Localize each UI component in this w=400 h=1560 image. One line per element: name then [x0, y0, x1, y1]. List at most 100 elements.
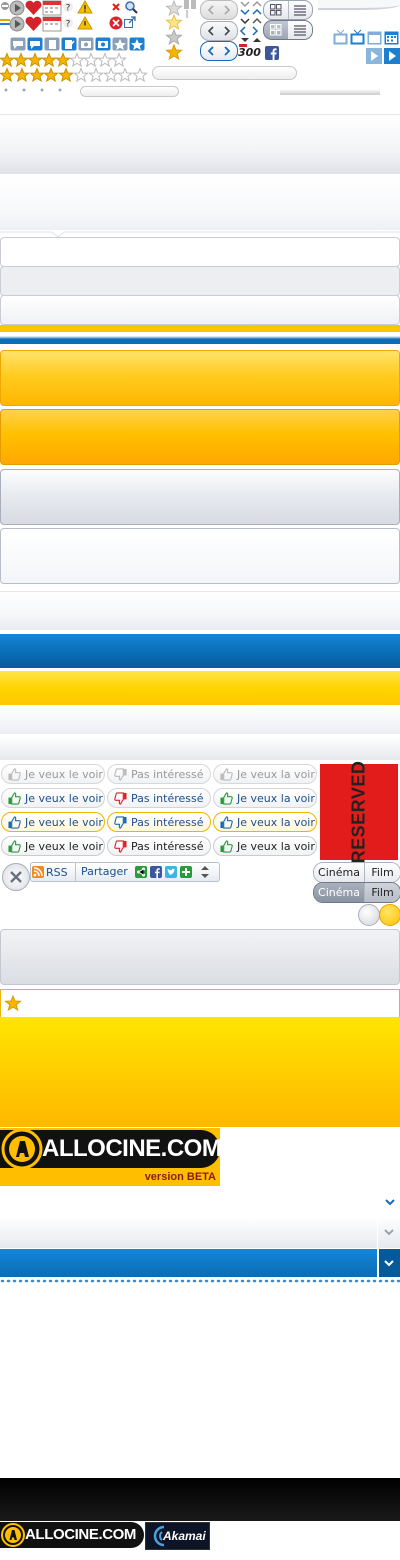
heart-icon[interactable]: [25, 16, 42, 32]
want-to-see-button[interactable]: Je veux le voir: [1, 764, 105, 784]
toggle-circle-grey[interactable]: [358, 904, 380, 926]
not-interested-button[interactable]: Pas intéressé: [107, 788, 211, 808]
twitter-icon[interactable]: [165, 866, 177, 878]
favorite-row[interactable]: [0, 989, 400, 1017]
play-blue-icon[interactable]: [384, 48, 400, 64]
external-link-icon[interactable]: [124, 16, 136, 28]
prev-next-normal[interactable]: [200, 21, 238, 41]
rss-button[interactable]: RSS: [32, 864, 74, 880]
grey-panel: [0, 929, 400, 985]
add-icon[interactable]: [180, 866, 192, 878]
dropdown-grey[interactable]: [0, 1217, 400, 1248]
want-to-see-f-button[interactable]: Je veux la voir: [213, 836, 317, 856]
star-blue-icon[interactable]: [129, 37, 145, 51]
photo-icon[interactable]: [95, 37, 111, 51]
tab-film[interactable]: Film: [364, 863, 400, 882]
star-filled-icon[interactable]: [27, 52, 43, 68]
list-view-icon[interactable]: [294, 24, 306, 36]
star-filled-icon[interactable]: [13, 67, 30, 83]
grid-view-icon[interactable]: [270, 24, 282, 36]
not-interested-button[interactable]: Pas intéressé: [107, 812, 211, 832]
facebook-icon[interactable]: [150, 866, 162, 878]
share-label[interactable]: Partager: [81, 865, 128, 878]
list-view-icon[interactable]: [294, 4, 306, 16]
star-empty-icon[interactable]: [83, 52, 99, 68]
close-small-icon[interactable]: [111, 2, 121, 12]
calendar-grey-icon[interactable]: [367, 30, 382, 45]
document-grey-icon[interactable]: [44, 37, 60, 51]
star-half-icon: [165, 28, 183, 46]
calendar-icon[interactable]: [42, 16, 62, 32]
grey-button-large[interactable]: [0, 469, 400, 525]
search-pill[interactable]: [152, 66, 297, 80]
want-to-see-button[interactable]: Je veux le voir: [1, 836, 105, 856]
search-pill-small[interactable]: [80, 86, 179, 97]
toggle-circle-yellow[interactable]: [379, 904, 400, 926]
calendar-icon[interactable]: [42, 0, 62, 16]
star-grey-icon[interactable]: [112, 37, 128, 51]
help-icon[interactable]: ?: [63, 2, 73, 14]
want-to-see-button[interactable]: Je veux le voir: [1, 812, 105, 832]
light-button-large[interactable]: [0, 528, 400, 584]
dropdown-blue[interactable]: [0, 1249, 400, 1277]
want-to-see-button[interactable]: Je veux le voir: [1, 788, 105, 808]
star-filled-icon[interactable]: [28, 67, 45, 83]
prev-next-disabled[interactable]: [200, 0, 238, 20]
yellow-button-large[interactable]: [0, 350, 400, 406]
star-filled-icon[interactable]: [41, 52, 57, 68]
want-to-see-f-button[interactable]: Je veux la voir: [213, 764, 317, 784]
play-circle-icon[interactable]: [9, 0, 25, 16]
warning-icon: [77, 0, 93, 14]
calendar-blue-icon[interactable]: [384, 30, 399, 45]
close-circle-icon[interactable]: [109, 16, 123, 30]
play-circle-icon[interactable]: [9, 16, 25, 32]
star-empty-icon[interactable]: [73, 67, 89, 83]
tab-cinema[interactable]: Cinéma: [314, 883, 364, 902]
star-filled-icon[interactable]: [58, 67, 75, 83]
view-toggle-dark[interactable]: [263, 20, 313, 40]
star-gold-icon: [165, 43, 183, 61]
facebook-icon[interactable]: [265, 46, 279, 60]
prev-next-active[interactable]: [200, 41, 238, 61]
star-light-icon: [165, 13, 183, 31]
tab-film[interactable]: Film: [364, 883, 400, 902]
help-icon[interactable]: ?: [63, 18, 73, 30]
star-filled-icon[interactable]: [43, 67, 60, 83]
heart-icon[interactable]: [25, 0, 42, 16]
interest-buttons: Je veux le voir Pas intéressé Je veux la v…: [0, 764, 318, 860]
star-empty-icon[interactable]: [97, 52, 113, 68]
share-icon[interactable]: [135, 866, 147, 878]
star-filled-icon[interactable]: [0, 67, 15, 83]
not-interested-button[interactable]: Pas intéressé: [107, 836, 211, 856]
edit-icon[interactable]: [61, 37, 77, 51]
star-empty-icon[interactable]: [69, 52, 85, 68]
comment-icon[interactable]: [27, 37, 43, 51]
star-filled-icon[interactable]: [0, 52, 15, 68]
expand-icon[interactable]: [201, 866, 209, 878]
star-rating-row[interactable]: [0, 52, 140, 68]
close-button[interactable]: [2, 863, 30, 891]
comment-grey-icon[interactable]: [10, 37, 26, 51]
chevron-left-right-icon: [207, 46, 231, 56]
star-filled-icon[interactable]: [13, 52, 29, 68]
star-rating-row[interactable]: [0, 67, 152, 83]
star-empty-icon[interactable]: [102, 67, 119, 83]
zoom-icon[interactable]: [124, 0, 138, 14]
want-to-see-f-button[interactable]: Je veux la voir: [213, 812, 317, 832]
play-grey-icon[interactable]: [366, 48, 382, 64]
want-to-see-f-button[interactable]: Je veux la voir: [213, 788, 317, 808]
grid-view-icon[interactable]: [270, 4, 282, 16]
view-toggle-light[interactable]: [263, 0, 313, 20]
tv-grey-icon[interactable]: [333, 29, 348, 45]
chevron-down-icon[interactable]: [385, 1199, 395, 1207]
tv-icon[interactable]: [350, 29, 365, 45]
star-empty-icon[interactable]: [132, 67, 149, 83]
tab-cinema[interactable]: Cinéma: [314, 863, 364, 882]
star-empty-icon[interactable]: [117, 67, 134, 83]
photo-grey-icon[interactable]: [78, 37, 94, 51]
not-interested-button[interactable]: Pas intéressé: [107, 764, 211, 784]
gold-button-large[interactable]: [0, 409, 400, 465]
star-empty-icon[interactable]: [87, 67, 104, 83]
star-empty-icon[interactable]: [111, 52, 127, 68]
star-filled-icon[interactable]: [55, 52, 71, 68]
